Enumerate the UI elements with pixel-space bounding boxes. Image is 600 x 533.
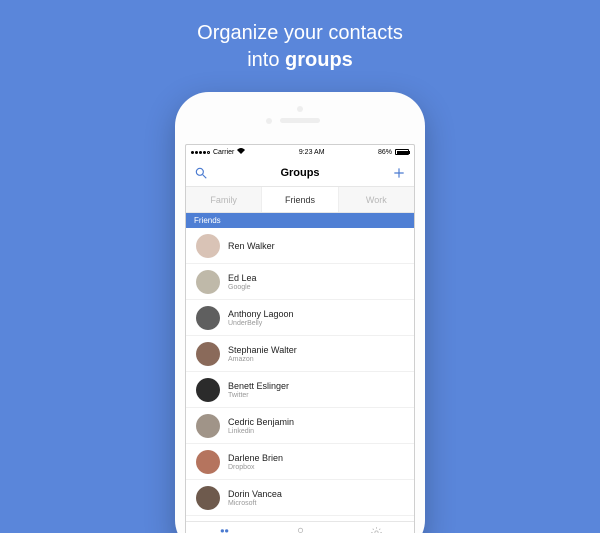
battery-pct: 86% [378, 149, 392, 156]
promo-headline: Organize your contacts into groups [0, 20, 600, 74]
segment-tab-work[interactable]: Work [339, 187, 414, 212]
contact-row[interactable]: Ren Walker [186, 228, 414, 264]
contact-text: Darlene BrienDropbox [228, 453, 283, 471]
tab-bar: GroupsContactsSettings [186, 521, 414, 533]
avatar [196, 414, 220, 438]
contact-subtitle: UnderBelly [228, 320, 294, 327]
segment-tab-family[interactable]: Family [186, 187, 262, 212]
contact-row[interactable]: Stephanie WalterAmazon [186, 336, 414, 372]
tabbar-settings[interactable]: Settings [338, 522, 414, 533]
contact-text: Anthony LagoonUnderBelly [228, 309, 294, 327]
carrier-label: Carrier [213, 149, 234, 156]
segment-tab-friends[interactable]: Friends [262, 187, 338, 212]
phone-sensor [266, 118, 272, 124]
contact-name: Anthony Lagoon [228, 309, 294, 319]
avatar [196, 450, 220, 474]
headline-line1: Organize your contacts [197, 22, 403, 44]
phone-speaker [280, 118, 320, 123]
phone-frame: Carrier 9:23 AM 86% Groups [175, 92, 425, 533]
section-header: Friends [186, 213, 414, 228]
contact-subtitle: Microsoft [228, 500, 282, 507]
contact-row[interactable]: Cedric BenjaminLinkedin [186, 408, 414, 444]
contact-text: Benett EslingerTwitter [228, 381, 289, 399]
contact-text: Stephanie WalterAmazon [228, 345, 297, 363]
contact-row[interactable]: Anthony LagoonUnderBelly [186, 300, 414, 336]
status-right: 86% [378, 149, 409, 156]
avatar [196, 306, 220, 330]
status-time: 9:23 AM [299, 149, 325, 156]
tabbar-groups[interactable]: Groups [186, 522, 262, 533]
avatar [196, 270, 220, 294]
avatar [196, 342, 220, 366]
headline-line2-pre: into [247, 49, 285, 71]
wifi-icon [237, 148, 245, 156]
groups-icon [218, 526, 231, 533]
avatar [196, 486, 220, 510]
contact-subtitle: Dropbox [228, 464, 283, 471]
contact-row[interactable]: Benett EslingerTwitter [186, 372, 414, 408]
contact-name: Ren Walker [228, 241, 275, 251]
contact-row[interactable]: Dorin VanceaMicrosoft [186, 480, 414, 516]
contacts-list[interactable]: Ren Walker Ed LeaGoogle Anthony LagoonUnde… [186, 228, 414, 521]
contact-name: Stephanie Walter [228, 345, 297, 355]
contact-name: Benett Eslinger [228, 381, 289, 391]
contact-text: Ren Walker [228, 241, 275, 251]
contact-subtitle: Linkedin [228, 428, 294, 435]
contact-name: Dorin Vancea [228, 489, 282, 499]
contact-name: Ed Lea [228, 273, 257, 283]
contact-row[interactable]: Ed LeaGoogle [186, 264, 414, 300]
status-left: Carrier [191, 148, 245, 156]
gear-icon [370, 526, 383, 533]
signal-dots-icon [191, 151, 210, 154]
search-icon[interactable] [194, 166, 208, 180]
promo-stage: Organize your contacts into groups Carri… [0, 0, 600, 533]
headline-line2-bold: groups [285, 49, 353, 71]
contact-text: Dorin VanceaMicrosoft [228, 489, 282, 507]
phone-screen: Carrier 9:23 AM 86% Groups [185, 144, 415, 533]
contact-row[interactable]: Darlene BrienDropbox [186, 444, 414, 480]
nav-title: Groups [280, 167, 319, 179]
avatar [196, 234, 220, 258]
avatar [196, 378, 220, 402]
battery-icon [395, 149, 409, 155]
contact-subtitle: Amazon [228, 356, 297, 363]
add-icon[interactable] [392, 166, 406, 180]
contact-text: Ed LeaGoogle [228, 273, 257, 291]
contact-icon [294, 526, 307, 533]
contact-subtitle: Google [228, 284, 257, 291]
nav-bar: Groups [186, 159, 414, 187]
contact-name: Darlene Brien [228, 453, 283, 463]
contact-text: Cedric BenjaminLinkedin [228, 417, 294, 435]
tabbar-contacts[interactable]: Contacts [262, 522, 338, 533]
segmented-control: FamilyFriendsWork [186, 187, 414, 213]
contact-subtitle: Twitter [228, 392, 289, 399]
phone-camera [297, 106, 303, 112]
status-bar: Carrier 9:23 AM 86% [186, 145, 414, 159]
contact-name: Cedric Benjamin [228, 417, 294, 427]
